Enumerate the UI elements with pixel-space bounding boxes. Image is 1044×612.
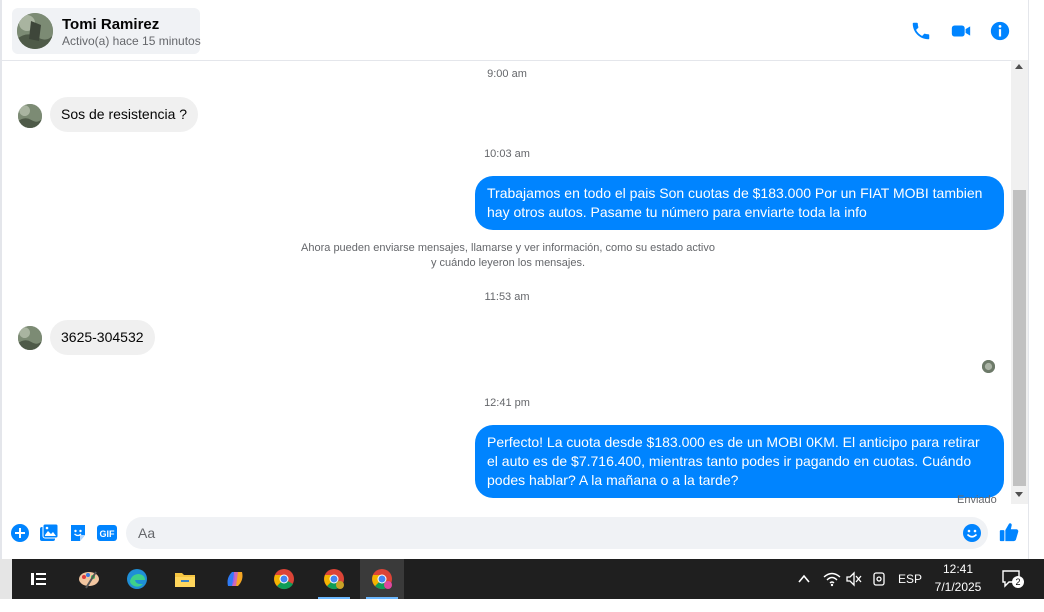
task-view-icon[interactable] [16, 559, 60, 599]
scrollbar-thumb[interactable] [1013, 190, 1026, 486]
message-composer: GIF [2, 512, 1030, 556]
volume-muted-icon[interactable] [845, 571, 863, 587]
wifi-icon[interactable] [823, 571, 841, 587]
edge-icon[interactable] [115, 559, 159, 599]
contact-avatar[interactable] [18, 104, 42, 128]
seen-indicator-avatar [982, 360, 995, 373]
like-icon[interactable] [998, 521, 1020, 543]
conversation-header: Tomi Ramirez Activo(a) hace 15 minutos [2, 0, 1030, 61]
privacy-notice: Ahora pueden enviarse mensajes, llamarse… [292, 241, 724, 271]
info-icon[interactable] [989, 20, 1011, 42]
windows-taskbar: ESP 12:41 7/1/2025 2 [0, 559, 1044, 599]
video-call-icon[interactable] [950, 20, 972, 42]
sent-status: Enviado [957, 494, 997, 506]
clock-date[interactable]: 7/1/2025 [930, 580, 986, 594]
gif-label: GIF [100, 529, 116, 539]
notice-line: Ahora pueden enviarse mensajes, llamarse… [301, 242, 715, 254]
outgoing-message[interactable]: Perfecto! La cuota desde $183.000 es de … [475, 425, 1004, 498]
contact-info[interactable]: Tomi Ramirez Activo(a) hace 15 minutos [12, 8, 201, 54]
notification-count-badge: 2 [1012, 576, 1024, 588]
timestamp: 10:03 am [484, 148, 530, 160]
message-input[interactable] [126, 517, 988, 549]
meet-now-icon[interactable] [871, 571, 887, 587]
timestamp: 9:00 am [487, 68, 527, 80]
contact-avatar[interactable] [18, 326, 42, 350]
photo-icon[interactable] [39, 523, 59, 543]
copilot-icon[interactable] [213, 559, 257, 599]
emoji-icon[interactable] [962, 523, 982, 543]
contact-avatar[interactable] [17, 13, 53, 49]
message-scrollbar[interactable] [1011, 60, 1028, 504]
chrome-profile-icon[interactable] [312, 559, 356, 599]
contact-name[interactable]: Tomi Ramirez [62, 16, 159, 33]
incoming-message[interactable]: Sos de resistencia ? [50, 97, 199, 132]
scroll-up-arrow-icon[interactable] [1015, 64, 1023, 69]
phone-call-icon[interactable] [910, 20, 932, 42]
sticker-icon[interactable] [68, 523, 88, 543]
incoming-message[interactable]: 3625-304532 [50, 320, 155, 355]
contact-status: Activo(a) hace 15 minutos [62, 34, 201, 48]
chrome-icon[interactable] [262, 559, 306, 599]
chrome-active-icon[interactable] [360, 559, 404, 599]
window-edge [1028, 0, 1044, 559]
gif-icon[interactable]: GIF [97, 523, 117, 543]
outgoing-message[interactable]: Trabajamos en todo el pais Son cuotas de… [475, 176, 1004, 230]
desktop-edge [0, 559, 12, 599]
notice-line: y cuándo leyeron los mensajes. [430, 257, 586, 269]
input-language[interactable]: ESP [898, 572, 922, 612]
messenger-window: Tomi Ramirez Activo(a) hace 15 minutos 9… [0, 0, 1044, 559]
scroll-down-arrow-icon[interactable] [1015, 492, 1023, 497]
paint-icon[interactable] [67, 559, 111, 599]
timestamp: 11:53 am [484, 291, 530, 303]
file-explorer-icon[interactable] [163, 559, 207, 599]
plus-icon[interactable] [10, 523, 30, 543]
show-hidden-icons-chevron-icon[interactable] [796, 571, 812, 587]
timestamp: 12:41 pm [484, 397, 530, 409]
clock-time[interactable]: 12:41 [930, 562, 986, 576]
